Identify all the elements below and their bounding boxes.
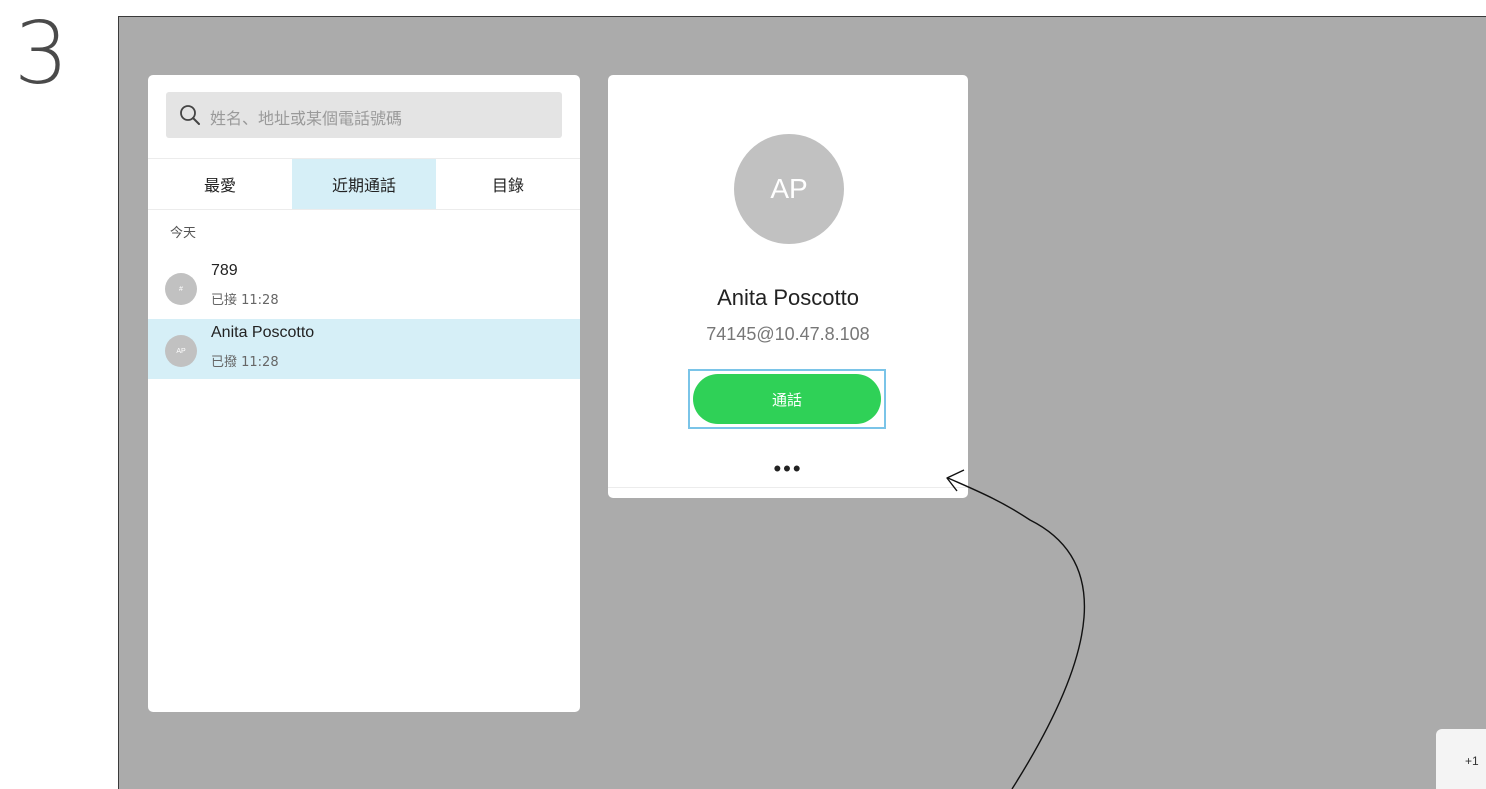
list-item-detail: 已撥 11:28 [211, 355, 279, 370]
section-label-today: 今天 [170, 226, 197, 241]
contacts-panel: 姓名、地址或某個電話號碼 最愛 近期通話 目錄 今天 # 789 已接 11:2… [148, 75, 580, 712]
tab-directory[interactable]: 目錄 [436, 159, 580, 209]
tab-bar: 最愛 近期通話 目錄 [148, 158, 580, 210]
list-item-name: 789 [211, 262, 238, 279]
tab-favorites[interactable]: 最愛 [148, 159, 292, 209]
list-item[interactable]: AP Anita Poscotto 已撥 11:28 [148, 319, 580, 379]
call-button[interactable]: 通話 [693, 374, 881, 424]
participants-count: +1 [1465, 754, 1479, 768]
divider [608, 487, 968, 488]
contact-detail-card: AP Anita Poscotto 74145@10.47.8.108 通話 •… [608, 75, 968, 498]
avatar: # [165, 273, 197, 305]
device-screen: 姓名、地址或某個電話號碼 最愛 近期通話 目錄 今天 # 789 已接 11:2… [118, 16, 1486, 789]
contact-avatar: AP [734, 134, 844, 244]
step-number: 3 [14, 4, 69, 104]
search-placeholder: 姓名、地址或某個電話號碼 [210, 109, 403, 128]
search-input[interactable]: 姓名、地址或某個電話號碼 [166, 92, 562, 138]
more-options-icon[interactable]: ••• [763, 458, 813, 483]
contact-address: 74145@10.47.8.108 [706, 324, 870, 344]
tab-recents[interactable]: 近期通話 [292, 159, 436, 209]
contact-name: Anita Poscotto [717, 285, 859, 310]
search-icon [180, 105, 200, 125]
list-item-name: Anita Poscotto [211, 324, 315, 341]
participants-badge[interactable]: +1 [1436, 729, 1486, 789]
list-item-detail: 已接 11:28 [211, 293, 279, 308]
list-item[interactable]: # 789 已接 11:28 [148, 257, 580, 317]
call-button-focus-ring: 通話 [688, 369, 886, 429]
avatar: AP [165, 335, 197, 367]
